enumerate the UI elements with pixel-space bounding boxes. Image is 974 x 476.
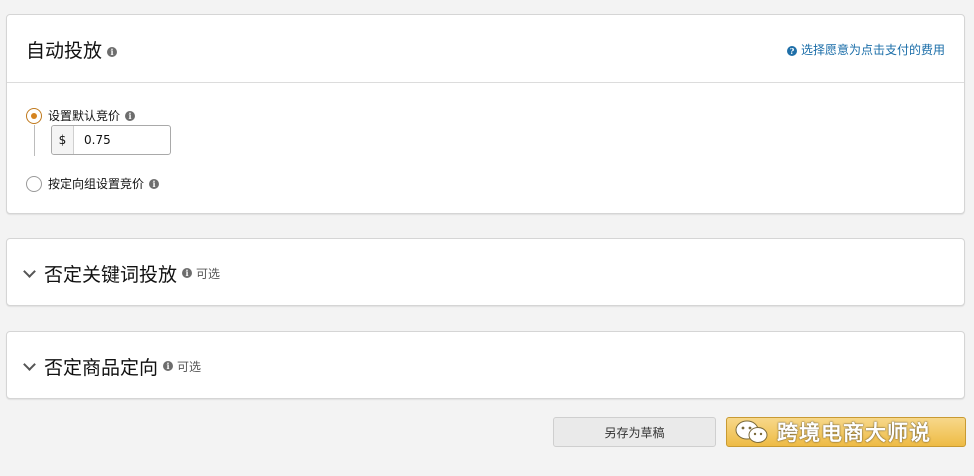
negative-products-title: 否定商品定向 [44, 356, 159, 379]
launch-campaign-button[interactable]: 跨境电商大师说 [726, 417, 966, 447]
negative-keywords-panel[interactable]: 否定关键词投放 i 可选 [6, 238, 965, 306]
group-bid-radio[interactable] [26, 175, 42, 192]
wechat-icon [735, 420, 768, 443]
optional-label: 可选 [177, 359, 202, 374]
info-icon[interactable]: i [149, 178, 160, 189]
negative-keywords-title: 否定关键词投放 [44, 263, 178, 286]
negative-keywords-toggle[interactable]: 否定关键词投放 i 可选 [23, 239, 221, 307]
auto-targeting-header: 自动投放 i ? 选择愿意为点击支付的费用 [7, 15, 964, 83]
bid-help-link-text: 选择愿意为点击支付的费用 [800, 43, 945, 57]
auto-targeting-panel: 自动投放 i ? 选择愿意为点击支付的费用 设置默认竞价 i $ 0.75 按定向组… [6, 14, 965, 214]
info-icon[interactable]: i [163, 361, 174, 371]
default-bid-value[interactable]: 0.75 [74, 126, 111, 154]
currency-prefix: $ [52, 126, 74, 154]
watermark-text: 跨境电商大师说 [777, 421, 931, 445]
negative-products-panel[interactable]: 否定商品定向 i 可选 [6, 331, 965, 399]
auto-targeting-title: 自动投放 [26, 40, 103, 62]
default-bid-radio[interactable] [26, 107, 42, 124]
info-icon[interactable]: i [182, 268, 193, 278]
group-bid-label: 按定向组设置竞价 [48, 177, 145, 191]
info-icon[interactable]: i [107, 46, 118, 57]
default-bid-input[interactable]: $ 0.75 [51, 125, 171, 155]
bid-help-link[interactable]: ? 选择愿意为点击支付的费用 [786, 41, 945, 58]
auto-targeting-title-wrap: 自动投放 i [26, 36, 118, 63]
default-bid-option[interactable]: 设置默认竞价 i [26, 107, 136, 124]
default-bid-label: 设置默认竞价 [48, 109, 121, 123]
chevron-down-icon [23, 264, 36, 278]
chevron-down-icon [23, 357, 36, 371]
option-connector-line [34, 125, 35, 156]
help-circle-icon: ? [786, 45, 797, 56]
save-draft-button[interactable]: 另存为草稿 [553, 417, 716, 447]
optional-label: 可选 [196, 266, 221, 281]
info-icon[interactable]: i [125, 110, 136, 121]
negative-products-toggle[interactable]: 否定商品定向 i 可选 [23, 332, 202, 400]
group-bid-option[interactable]: 按定向组设置竞价 i [26, 175, 160, 192]
